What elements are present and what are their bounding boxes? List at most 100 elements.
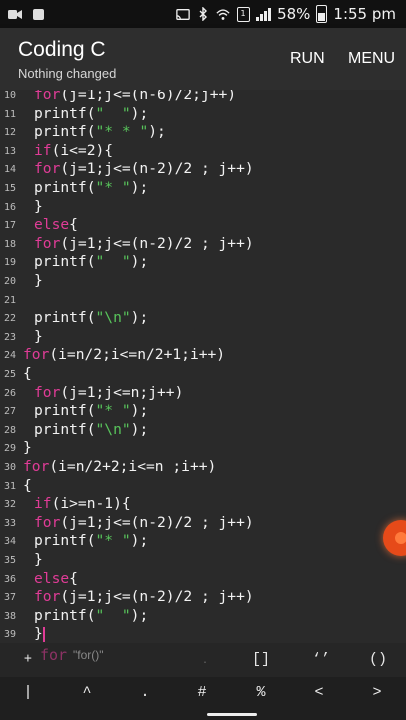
hash-key[interactable]: #: [187, 684, 217, 701]
code-keyword: for: [34, 588, 61, 606]
caret-key[interactable]: ^: [72, 684, 102, 701]
file-status: Nothing changed: [18, 66, 117, 81]
video-icon: [8, 8, 22, 21]
code-line[interactable]: 26 for(j=1;j<=n;j++): [0, 384, 406, 402]
line-number: 37: [3, 592, 16, 604]
code-keyword: else: [34, 216, 70, 234]
code-line[interactable]: 33 for(j=1;j<=(n-2)/2 ; j++): [0, 514, 406, 532]
code-line[interactable]: 36 else{: [0, 570, 406, 588]
parens-key[interactable]: (): [369, 651, 387, 668]
code-line[interactable]: 10 for(j=1;j<=(n-6)/2;j++): [0, 90, 406, 104]
line-number: 19: [3, 257, 16, 269]
code-keyword: for: [23, 458, 50, 475]
line-number: 30: [3, 462, 16, 473]
less-than-key[interactable]: <: [304, 684, 334, 701]
code-text: }: [34, 198, 43, 216]
code-line[interactable]: 38 printf(" ");: [0, 607, 406, 625]
code-line[interactable]: 34 printf("* ");: [0, 532, 406, 550]
code-text: printf("* ");: [34, 402, 148, 420]
code-line[interactable]: 32 if(i>=n-1){: [0, 495, 406, 513]
code-text: }: [34, 625, 45, 643]
code-line[interactable]: 31 {: [0, 477, 406, 495]
code-keyword: else: [34, 569, 70, 587]
percent-key[interactable]: %: [246, 684, 276, 701]
code-line[interactable]: 39}: [0, 625, 406, 643]
add-snippet-button[interactable]: +: [24, 651, 32, 666]
app-title: Coding C: [18, 38, 106, 61]
code-line[interactable]: 37 for(j=1;j<=(n-2)/2 ; j++): [0, 588, 406, 606]
code-text: else{: [34, 216, 78, 234]
code-text: {: [23, 477, 32, 495]
gesture-handle[interactable]: [207, 713, 257, 716]
code-line[interactable]: 15 printf("* ");: [0, 179, 406, 197]
code-line[interactable]: 28 printf("\n");: [0, 421, 406, 439]
code-line[interactable]: 19 printf(" ");: [0, 253, 406, 271]
code-line[interactable]: 12 printf("* * ");: [0, 123, 406, 141]
a-icon: [31, 8, 45, 21]
code-token: printf(: [34, 402, 96, 420]
line-number: 36: [3, 573, 16, 585]
code-line[interactable]: 35}: [0, 551, 406, 569]
code-text: for(j=1;j<=(n-2)/2 ; j++): [34, 235, 254, 253]
code-line[interactable]: 24 for(i=n/2;i<=n/2+1;i++): [0, 346, 406, 364]
code-line[interactable]: 13 if(i<=2){: [0, 142, 406, 160]
greater-than-key[interactable]: >: [362, 684, 392, 701]
code-line[interactable]: 16}: [0, 198, 406, 216]
pipe-key[interactable]: |: [13, 684, 43, 701]
code-token: printf(: [34, 123, 96, 141]
quotes-key[interactable]: ‘’: [312, 651, 330, 668]
run-button[interactable]: RUN: [290, 50, 325, 68]
code-token: (j=1;j<=(n-2)/2 ; j++): [60, 513, 254, 531]
code-token: printf(: [34, 253, 96, 271]
code-line[interactable]: 18 for(j=1;j<=(n-2)/2 ; j++): [0, 235, 406, 253]
code-token: {: [23, 476, 32, 494]
line-number: 21: [3, 294, 16, 306]
code-keyword: for: [34, 90, 61, 103]
sim-icon: 1: [236, 6, 250, 22]
code-string: "* ": [95, 402, 131, 420]
code-token: printf(: [34, 309, 96, 327]
code-line[interactable]: 29}: [0, 439, 406, 457]
suggestion-hint[interactable]: "for()": [73, 648, 104, 662]
code-keyword: for: [34, 513, 61, 531]
code-token: }: [34, 197, 43, 215]
code-text: for(i=n/2;i<=n/2+1;i++): [23, 346, 225, 364]
line-number: 24: [3, 350, 16, 362]
code-keyword: for: [34, 234, 61, 252]
brackets-key[interactable]: []: [252, 651, 270, 668]
record-icon: [395, 532, 406, 544]
dot-key[interactable]: .: [130, 684, 160, 701]
line-number: 17: [3, 220, 16, 232]
code-line[interactable]: 25 {: [0, 365, 406, 383]
code-line[interactable]: 14 for(j=1;j<=(n-2)/2 ; j++): [0, 160, 406, 178]
code-token: );: [130, 420, 149, 438]
line-number: 16: [3, 201, 16, 213]
code-line[interactable]: 22 printf("\n");: [0, 309, 406, 327]
code-line[interactable]: 30 for(i=n/2+2;i<=n ;i++): [0, 458, 406, 476]
line-number: 23: [3, 331, 16, 343]
code-line[interactable]: 11 printf(" ");: [0, 105, 406, 123]
code-keyword: for: [34, 160, 61, 178]
code-text: for(j=1;j<=(n-2)/2 ; j++): [34, 588, 254, 606]
code-string: "\n": [95, 309, 131, 327]
suggestion-keyword[interactable]: for: [40, 646, 67, 664]
code-editor[interactable]: 10 for(j=1;j<=(n-6)/2;j++) 11 printf(" "); 1…: [0, 90, 406, 643]
code-token: }: [34, 272, 43, 289]
code-token: }: [23, 439, 32, 457]
code-text: }: [34, 272, 43, 290]
code-line[interactable]: 27 printf("* ");: [0, 402, 406, 420]
code-line[interactable]: 23}: [0, 328, 406, 346]
code-text: printf(" ");: [34, 607, 148, 625]
code-line[interactable]: 21: [0, 291, 406, 309]
menu-button[interactable]: MENU: [348, 50, 395, 68]
code-line[interactable]: 17 else{: [0, 216, 406, 234]
code-string: "* ": [95, 179, 131, 196]
text-cursor: [42, 626, 45, 642]
code-string: " ": [95, 253, 131, 271]
code-line[interactable]: 20}: [0, 272, 406, 290]
line-number: 32: [3, 499, 16, 511]
code-token: (j=1;j<=(n-2)/2 ; j++): [60, 588, 254, 606]
code-token: );: [130, 309, 149, 327]
line-number: 18: [3, 238, 16, 250]
line-number: 10: [3, 90, 16, 101]
